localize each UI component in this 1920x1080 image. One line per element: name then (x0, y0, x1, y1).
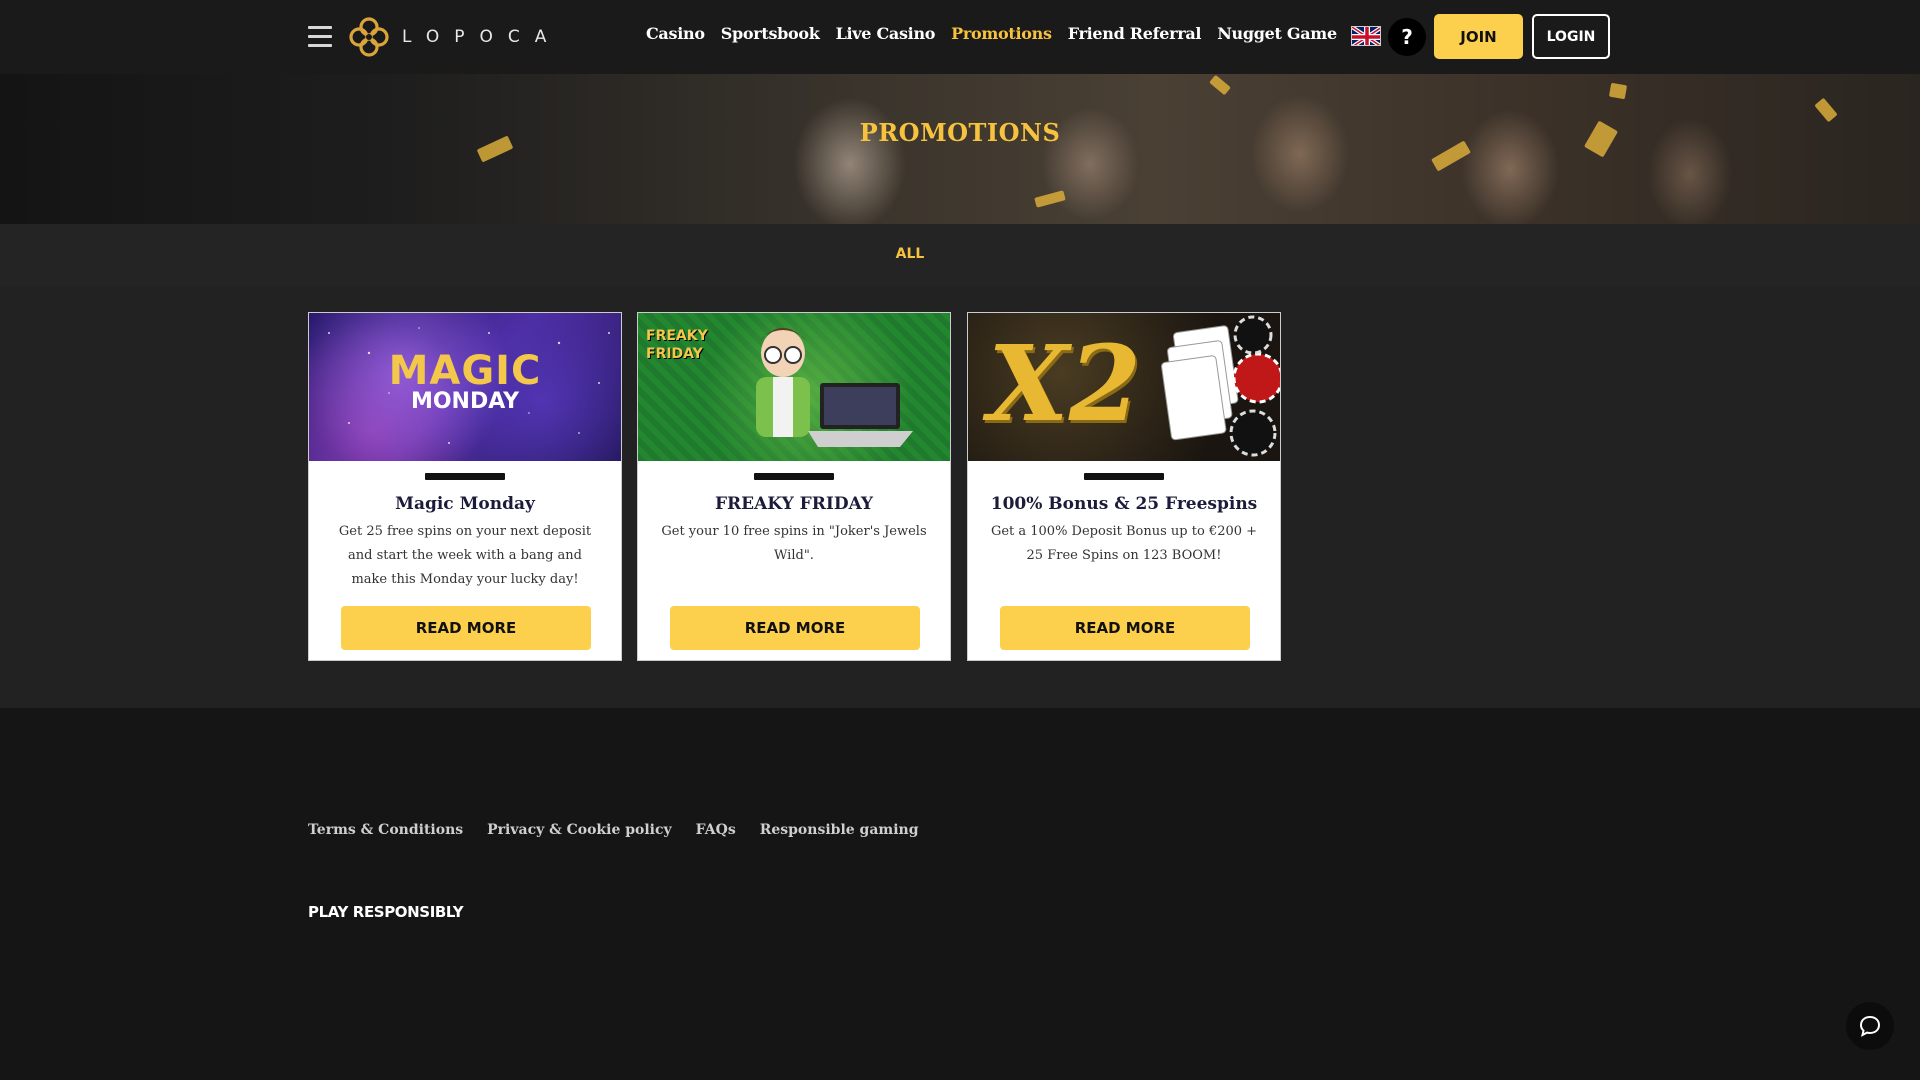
brand-name: LOPOCA (402, 27, 562, 47)
help-button[interactable]: ? (1388, 18, 1426, 56)
promotion-title: Magic Monday (395, 494, 535, 514)
login-button[interactable]: LOGIN (1532, 14, 1610, 59)
promotion-image[interactable]: FREAKY FRIDAY (638, 313, 950, 461)
nav-casino[interactable]: Casino (646, 24, 705, 43)
play-responsibly-heading: PLAY RESPONSIBLY (308, 903, 464, 921)
promo-image-subtitle: MONDAY (410, 389, 520, 414)
footer-link-responsible-gaming[interactable]: Responsible gaming (760, 822, 919, 838)
promotion-description: Get 25 free spins on your next deposit a… (338, 524, 592, 587)
uk-flag-icon[interactable] (1351, 26, 1381, 46)
filter-all-tab[interactable]: ALL (0, 246, 1820, 262)
read-more-button[interactable]: READ MORE (670, 606, 920, 650)
clover-logo-icon (349, 17, 389, 57)
promotion-card-magic-monday: MAGIC MONDAY Magic Monday Get 25 free sp… (308, 312, 622, 661)
read-more-button[interactable]: READ MORE (341, 606, 591, 650)
read-more-button[interactable]: READ MORE (1000, 606, 1250, 650)
main-nav: Casino Sportsbook Live Casino Promotions… (646, 24, 1353, 43)
promotion-title: FREAKY FRIDAY (714, 494, 874, 514)
card-divider (754, 473, 834, 480)
card-divider (425, 473, 505, 480)
page-title: PROMOTIONS (859, 118, 1061, 147)
chat-bubble-icon (1859, 1015, 1881, 1037)
join-button[interactable]: JOIN (1434, 14, 1523, 59)
promotion-description: Get a 100% Deposit Bonus up to €200 + 25… (990, 524, 1258, 563)
footer-link-faqs[interactable]: FAQs (696, 822, 736, 838)
cards-and-chips-illustration (1161, 315, 1280, 457)
promotion-image[interactable]: MAGIC MONDAY (309, 313, 621, 461)
confetti-piece (1608, 82, 1628, 100)
promo-image-title: MAGIC (388, 348, 542, 394)
footer-link-privacy[interactable]: Privacy & Cookie policy (487, 822, 672, 838)
filter-all-label[interactable]: ALL (896, 246, 925, 262)
confetti-piece (1034, 190, 1066, 208)
site-footer: Terms & Conditions Privacy & Cookie poli… (0, 708, 1920, 1080)
nav-friend-referral[interactable]: Friend Referral (1068, 24, 1202, 43)
promotion-card-bonus-freespins: X2 100% Bonus & 25 Freespins Get a 100% … (967, 312, 1281, 661)
nav-promotions[interactable]: Promotions (951, 24, 1052, 43)
confetti-piece (1209, 74, 1231, 96)
footer-link-terms[interactable]: Terms & Conditions (308, 822, 463, 838)
nav-sportsbook[interactable]: Sportsbook (721, 24, 820, 43)
nav-nugget-game[interactable]: Nugget Game (1217, 24, 1337, 43)
promotions-list: MAGIC MONDAY Magic Monday Get 25 free sp… (0, 286, 1920, 708)
brand-logo[interactable]: LOPOCA (348, 16, 561, 58)
promotion-card-freaky-friday: FREAKY FRIDAY FREAKY FRIDAY Get your 10 … (637, 312, 951, 661)
top-header: LOPOCA Casino Sportsbook Live Casino Pro… (0, 0, 1920, 74)
promotions-hero-banner: PROMOTIONS (0, 74, 1920, 224)
chat-button[interactable] (1846, 1002, 1894, 1050)
promotion-image[interactable]: X2 (968, 313, 1280, 461)
menu-icon[interactable] (308, 26, 332, 48)
promotion-description: Get your 10 free spins in "Joker's Jewel… (661, 524, 927, 563)
joker-character-illustration (756, 328, 913, 447)
nav-live-casino[interactable]: Live Casino (836, 24, 936, 43)
promotion-title: 100% Bonus & 25 Freespins (990, 494, 1258, 514)
card-divider (1084, 473, 1164, 480)
promotions-filter-bar: ALL (0, 224, 1920, 286)
footer-links: Terms & Conditions Privacy & Cookie poli… (308, 822, 919, 838)
